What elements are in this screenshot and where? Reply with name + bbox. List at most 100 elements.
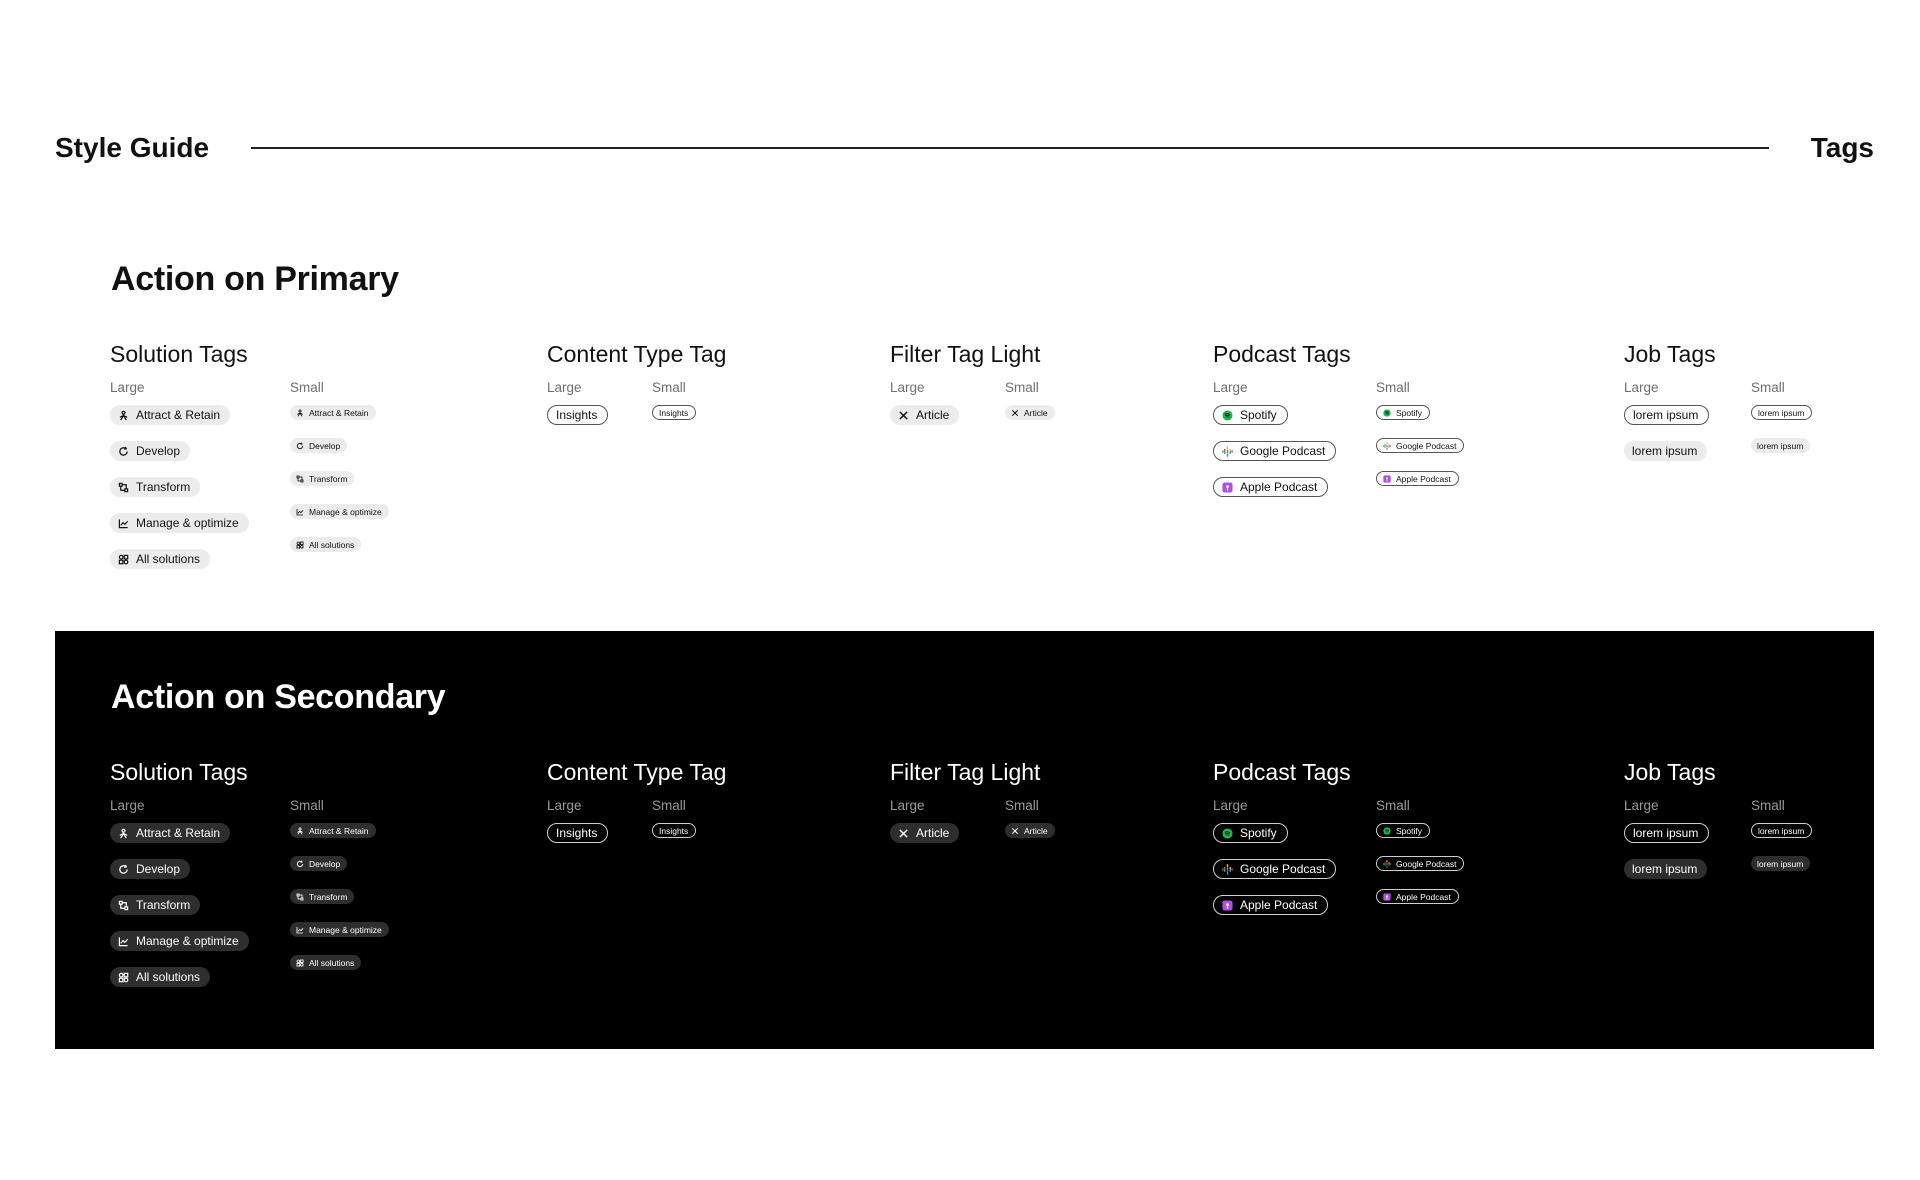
podcast-tag-label: Google Podcast xyxy=(1396,858,1457,869)
solution-tag-label: Manage & optimize xyxy=(309,506,382,517)
content-type-tag[interactable]: Insights xyxy=(652,405,697,420)
podcast-tag-label: Spotify xyxy=(1240,826,1277,840)
job-tag-outline[interactable]: lorem ipsum xyxy=(1751,823,1813,838)
primary-job-tags-group: Job Tags Large lorem ipsum lorem ipsum Small… xyxy=(1624,341,1813,461)
all-solutions-icon xyxy=(296,959,304,967)
solution-tag[interactable]: Develop xyxy=(110,441,191,461)
secondary-job-tags-group: Job Tags Large lorem ipsum lorem ipsum Small… xyxy=(1624,759,1813,879)
filter-tag[interactable]: Article xyxy=(1005,405,1055,420)
solution-tag[interactable]: Manage & optimize xyxy=(290,504,389,519)
secondary-podcast-tags-small-column: Small Spotify Google Podcast Apple Podcast xyxy=(1376,798,1465,922)
primary-solution-tags-title: Solution Tags xyxy=(110,341,248,367)
job-tag-outline[interactable]: lorem ipsum xyxy=(1751,405,1813,420)
job-tag-outline[interactable]: lorem ipsum xyxy=(1624,405,1710,425)
google-podcast-icon xyxy=(1383,859,1391,868)
primary-solution-tags-large-label: Large xyxy=(110,380,145,395)
filter-tag[interactable]: Article xyxy=(890,405,960,425)
podcast-tag-label: Apple Podcast xyxy=(1396,473,1451,484)
secondary-content-type-small-column: Small Insights xyxy=(652,798,697,856)
primary-solution-tags-group: Solution Tags Large Attract & Retain Develo… xyxy=(110,341,389,569)
solution-tag[interactable]: Develop xyxy=(290,438,348,453)
manage-optimize-icon xyxy=(296,926,304,934)
podcast-tag[interactable]: Spotify xyxy=(1213,823,1288,843)
attract-retain-icon xyxy=(118,410,129,421)
podcast-tag[interactable]: Apple Podcast xyxy=(1213,895,1329,915)
apple-podcast-icon xyxy=(1222,899,1233,911)
job-tag-fill-label: lorem ipsum xyxy=(1632,444,1698,458)
podcast-tag[interactable]: Spotify xyxy=(1376,823,1430,838)
solution-tag-label: Transform xyxy=(136,898,191,912)
podcast-tag[interactable]: Apple Podcast xyxy=(1376,889,1459,904)
solution-tag[interactable]: Develop xyxy=(110,859,191,879)
solution-tag[interactable]: Develop xyxy=(290,856,348,871)
podcast-tag[interactable]: Apple Podcast xyxy=(1213,477,1329,497)
solution-tag[interactable]: Manage & optimize xyxy=(110,931,249,951)
solution-tag[interactable]: Manage & optimize xyxy=(290,922,389,937)
solution-tag-label: All solutions xyxy=(309,539,355,550)
transform-icon xyxy=(296,475,304,483)
primary-job-tags-large-label: Large xyxy=(1624,380,1659,395)
apple-podcast-icon xyxy=(1222,481,1233,493)
solution-tag-label: Develop xyxy=(309,440,341,451)
podcast-tag-label: Spotify xyxy=(1396,407,1422,418)
filter-tag[interactable]: Article xyxy=(890,823,960,843)
solution-tag[interactable]: Attract & Retain xyxy=(110,823,231,843)
solution-tag[interactable]: Transform xyxy=(110,477,201,497)
job-tag-outline-label: lorem ipsum xyxy=(1758,825,1805,836)
secondary-podcast-tags-group: Podcast Tags Large Spotify Google Podcast Ap… xyxy=(1213,759,1465,915)
job-tag-fill-label: lorem ipsum xyxy=(1757,440,1804,451)
secondary-filter-tag-small-label: Small xyxy=(1005,798,1039,813)
page-title: Style Guide xyxy=(55,132,210,163)
primary-content-type-small-label: Small xyxy=(652,380,686,395)
secondary-job-tags-small-column: Small lorem ipsum lorem ipsum xyxy=(1751,798,1813,889)
close-icon xyxy=(1011,409,1019,417)
podcast-tag[interactable]: Spotify xyxy=(1376,405,1430,420)
primary-section: Action on Primary Solution Tags Large Attra… xyxy=(55,235,1874,590)
solution-tag-label: Transform xyxy=(309,473,348,484)
filter-tag[interactable]: Article xyxy=(1005,823,1055,838)
primary-content-type-title: Content Type Tag xyxy=(547,341,727,367)
solution-tag[interactable]: All solutions xyxy=(290,537,362,552)
content-type-tag[interactable]: Insights xyxy=(547,823,609,843)
spotify-icon xyxy=(1383,826,1391,835)
job-tag-fill[interactable]: lorem ipsum xyxy=(1751,856,1811,871)
solution-tag[interactable]: All solutions xyxy=(110,549,211,569)
solution-tag[interactable]: Attract & Retain xyxy=(110,405,231,425)
close-icon xyxy=(898,828,909,839)
secondary-filter-tag-title: Filter Tag Light xyxy=(890,759,1041,785)
manage-optimize-icon xyxy=(118,936,129,947)
solution-tag[interactable]: Transform xyxy=(290,471,355,486)
solution-tag[interactable]: All solutions xyxy=(290,955,362,970)
podcast-tag[interactable]: Apple Podcast xyxy=(1376,471,1459,486)
secondary-job-tags-title: Job Tags xyxy=(1624,759,1716,785)
attract-retain-icon xyxy=(118,828,129,839)
podcast-tag[interactable]: Google Podcast xyxy=(1376,856,1465,871)
solution-tag[interactable]: Transform xyxy=(290,889,355,904)
podcast-tag[interactable]: Spotify xyxy=(1213,405,1288,425)
solution-tag-label: Develop xyxy=(309,858,341,869)
primary-filter-tag-small-column: Small Article xyxy=(1005,380,1055,438)
secondary-filter-tag-large-column: Large Article xyxy=(890,798,960,859)
secondary-filter-tag-large-label: Large xyxy=(890,798,925,813)
solution-tag[interactable]: Attract & Retain xyxy=(290,405,376,420)
attract-retain-icon xyxy=(296,826,304,835)
job-tag-outline-label: lorem ipsum xyxy=(1633,826,1699,840)
podcast-tag[interactable]: Google Podcast xyxy=(1376,438,1465,453)
solution-tag[interactable]: All solutions xyxy=(110,967,211,987)
podcast-tag[interactable]: Google Podcast xyxy=(1213,859,1337,879)
job-tag-fill[interactable]: lorem ipsum xyxy=(1624,859,1708,879)
podcast-tag[interactable]: Google Podcast xyxy=(1213,441,1337,461)
job-tag-fill[interactable]: lorem ipsum xyxy=(1624,441,1708,461)
solution-tag[interactable]: Transform xyxy=(110,895,201,915)
solution-tag[interactable]: Manage & optimize xyxy=(110,513,249,533)
solution-tag-label: Transform xyxy=(136,480,191,494)
content-type-tag[interactable]: Insights xyxy=(547,405,609,425)
primary-solution-tags-large-column: Large Attract & Retain Develop Transform Man… xyxy=(110,380,249,585)
transform-icon xyxy=(118,900,129,911)
solution-tag[interactable]: Attract & Retain xyxy=(290,823,376,838)
job-tag-outline[interactable]: lorem ipsum xyxy=(1624,823,1710,843)
manage-optimize-icon xyxy=(296,508,304,516)
job-tag-fill[interactable]: lorem ipsum xyxy=(1751,438,1811,453)
job-tag-outline-label: lorem ipsum xyxy=(1758,407,1805,418)
content-type-tag[interactable]: Insights xyxy=(652,823,697,838)
